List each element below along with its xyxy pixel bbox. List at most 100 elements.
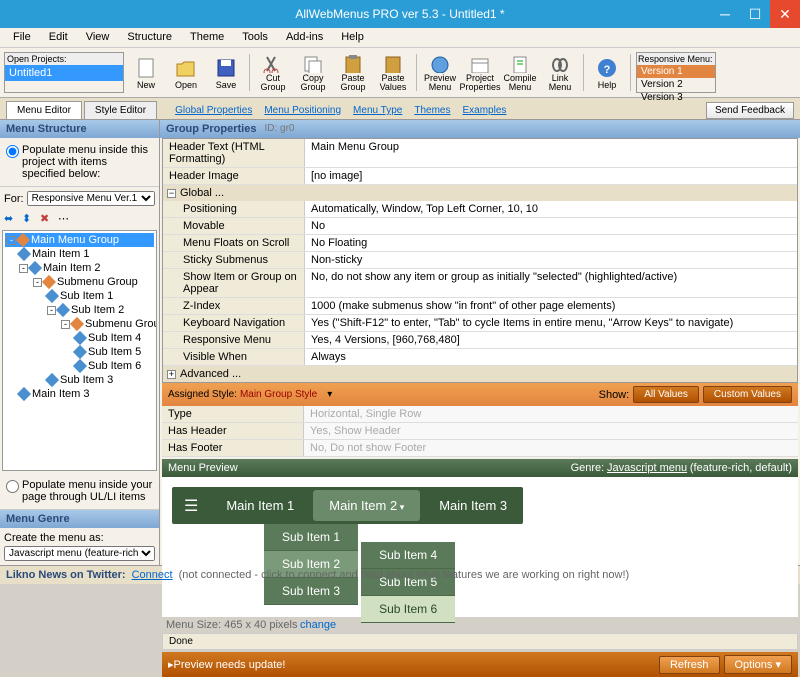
style-value[interactable]: Main Group Style [240,389,317,400]
prop-value[interactable]: 1000 (make submenus show "in front" of o… [305,298,797,314]
preview-sub-4[interactable]: Sub Item 4 [361,542,455,569]
tree-node[interactable]: Sub Item 4 [5,331,154,345]
connect-link[interactable]: Connect [132,569,173,581]
cut-button[interactable]: Cut Group [254,50,292,95]
prop-value[interactable]: No [305,218,797,234]
send-feedback-button[interactable]: Send Feedback [706,102,794,119]
tree-expand-icon[interactable]: - [33,278,42,287]
hamburger-icon[interactable]: ☰ [172,488,210,524]
responsive-version-2[interactable]: Version 2 [637,78,715,91]
preview-size: Menu Size: 465 x 40 pixels change [160,617,800,633]
prop-value[interactable]: No Floating [305,235,797,251]
prop-label: Visible When [163,349,305,365]
prop-value[interactable]: [no image] [305,168,797,184]
open-project-item[interactable]: Untitled1 [5,65,123,81]
for-select[interactable]: Responsive Menu Ver.1 [27,191,155,206]
menu-tree[interactable]: -Main Menu GroupMain Item 1-Main Item 2-… [2,230,157,471]
tree-expand-icon[interactable]: - [7,236,16,245]
change-link[interactable]: change [300,619,336,631]
tree-node[interactable]: Main Item 1 [5,247,154,261]
save-button[interactable]: Save [207,50,245,95]
close-button[interactable]: ✕ [770,0,800,28]
assigned-style-bar: Assigned Style: Main Group Style ▾ Show:… [162,383,798,406]
preview-main-1[interactable]: Main Item 1 [210,490,310,521]
menu-theme[interactable]: Theme [181,28,233,47]
tab-style-editor[interactable]: Style Editor [84,101,157,119]
section-global[interactable]: −Global ... [163,185,797,201]
link-menu-type[interactable]: Menu Type [347,102,408,119]
menu-addins[interactable]: Add-ins [277,28,332,47]
tree-node[interactable]: -Sub Item 2 [5,303,154,317]
preview-sub-3[interactable]: Sub Item 3 [264,578,358,605]
tree-node[interactable]: Main Item 3 [5,387,154,401]
prop-value[interactable]: No, do not show any item or group as ini… [305,269,797,297]
responsive-version-1[interactable]: Version 1 [637,65,715,78]
help-button[interactable]: ?Help [588,50,626,95]
menu-help[interactable]: Help [332,28,373,47]
menu-view[interactable]: View [77,28,119,47]
tab-menu-editor[interactable]: Menu Editor [6,101,82,119]
refresh-button[interactable]: Refresh [659,656,720,674]
tree-expand-icon[interactable]: - [19,264,28,273]
prop-value[interactable]: Yes ("Shift-F12" to enter, "Tab" to cycl… [305,315,797,331]
link-examples[interactable]: Examples [456,102,512,119]
link-button[interactable]: Link Menu [541,50,579,95]
tree-node[interactable]: Sub Item 3 [5,373,154,387]
add-item-icon[interactable]: ⬌ [4,212,18,226]
responsive-menu-panel: Responsive Menu: Version 1 Version 2 Ver… [636,52,716,93]
preview-main-3[interactable]: Main Item 3 [423,490,523,521]
new-button[interactable]: New [127,50,165,95]
more-icon[interactable]: ⋯ [58,212,72,226]
link-global-properties[interactable]: Global Properties [169,102,258,119]
responsive-version-3[interactable]: Version 3 [637,91,715,104]
genre-select[interactable]: Javascript menu (feature-rich [4,546,155,561]
tree-node[interactable]: -Submenu Group [5,275,154,289]
minimize-button[interactable]: ─ [710,0,740,28]
custom-values-button[interactable]: Custom Values [703,386,792,403]
preview-main-2[interactable]: Main Item 2 [313,490,420,521]
populate-radio-2[interactable]: Populate menu inside your page through U… [6,479,153,503]
compile-button[interactable]: Compile Menu [501,50,539,95]
prop-value: Yes, Show Header [304,423,798,439]
project-properties-button[interactable]: Project Properties [461,50,499,95]
tree-expand-icon[interactable]: - [61,320,70,329]
link-menu-positioning[interactable]: Menu Positioning [258,102,347,119]
tree-node[interactable]: Sub Item 5 [5,345,154,359]
delete-icon[interactable]: ✖ [40,212,54,226]
collapse-icon[interactable]: − [167,189,176,198]
maximize-button[interactable]: ☐ [740,0,770,28]
add-sub-icon[interactable]: ⬍ [22,212,36,226]
copy-button[interactable]: Copy Group [294,50,332,95]
open-button[interactable]: Open [167,50,205,95]
link-themes[interactable]: Themes [408,102,456,119]
preview-genre-link[interactable]: Javascript menu [607,462,687,474]
options-button[interactable]: Options ▾ [724,655,793,674]
prop-value[interactable]: Non-sticky [305,252,797,268]
prop-value[interactable]: Always [305,349,797,365]
prop-value[interactable]: Automatically, Window, Top Left Corner, … [305,201,797,217]
tree-node[interactable]: Sub Item 6 [5,359,154,373]
prop-label: Responsive Menu [163,332,305,348]
tree-node[interactable]: -Submenu Group+ [5,317,154,331]
preview-button[interactable]: Preview Menu [421,50,459,95]
prop-value[interactable]: Main Menu Group [305,139,797,167]
paste-button[interactable]: Paste Group [334,50,372,95]
tree-expand-icon[interactable]: - [47,306,56,315]
preview-sub-1[interactable]: Sub Item 1 [264,524,358,551]
menu-tools[interactable]: Tools [233,28,277,47]
style-dropdown-icon[interactable]: ▾ [327,389,332,400]
menu-file[interactable]: File [4,28,40,47]
paste-values-button[interactable]: Paste Values [374,50,412,95]
all-values-button[interactable]: All Values [633,386,699,403]
prop-value[interactable]: Yes, 4 Versions, [960,768,480] [305,332,797,348]
show-label: Show: [599,389,630,401]
tree-node[interactable]: -Main Item 2 [5,261,154,275]
menu-structure[interactable]: Structure [118,28,181,47]
left-panel: Menu Structure Populate menu inside this… [0,120,160,565]
expand-icon[interactable]: + [167,370,176,379]
tree-node[interactable]: Sub Item 1 [5,289,154,303]
menu-edit[interactable]: Edit [40,28,77,47]
section-advanced[interactable]: +Advanced ... [163,366,797,382]
populate-radio-1[interactable]: Populate menu inside this project with i… [6,144,153,180]
tree-node[interactable]: -Main Menu Group [5,233,154,247]
